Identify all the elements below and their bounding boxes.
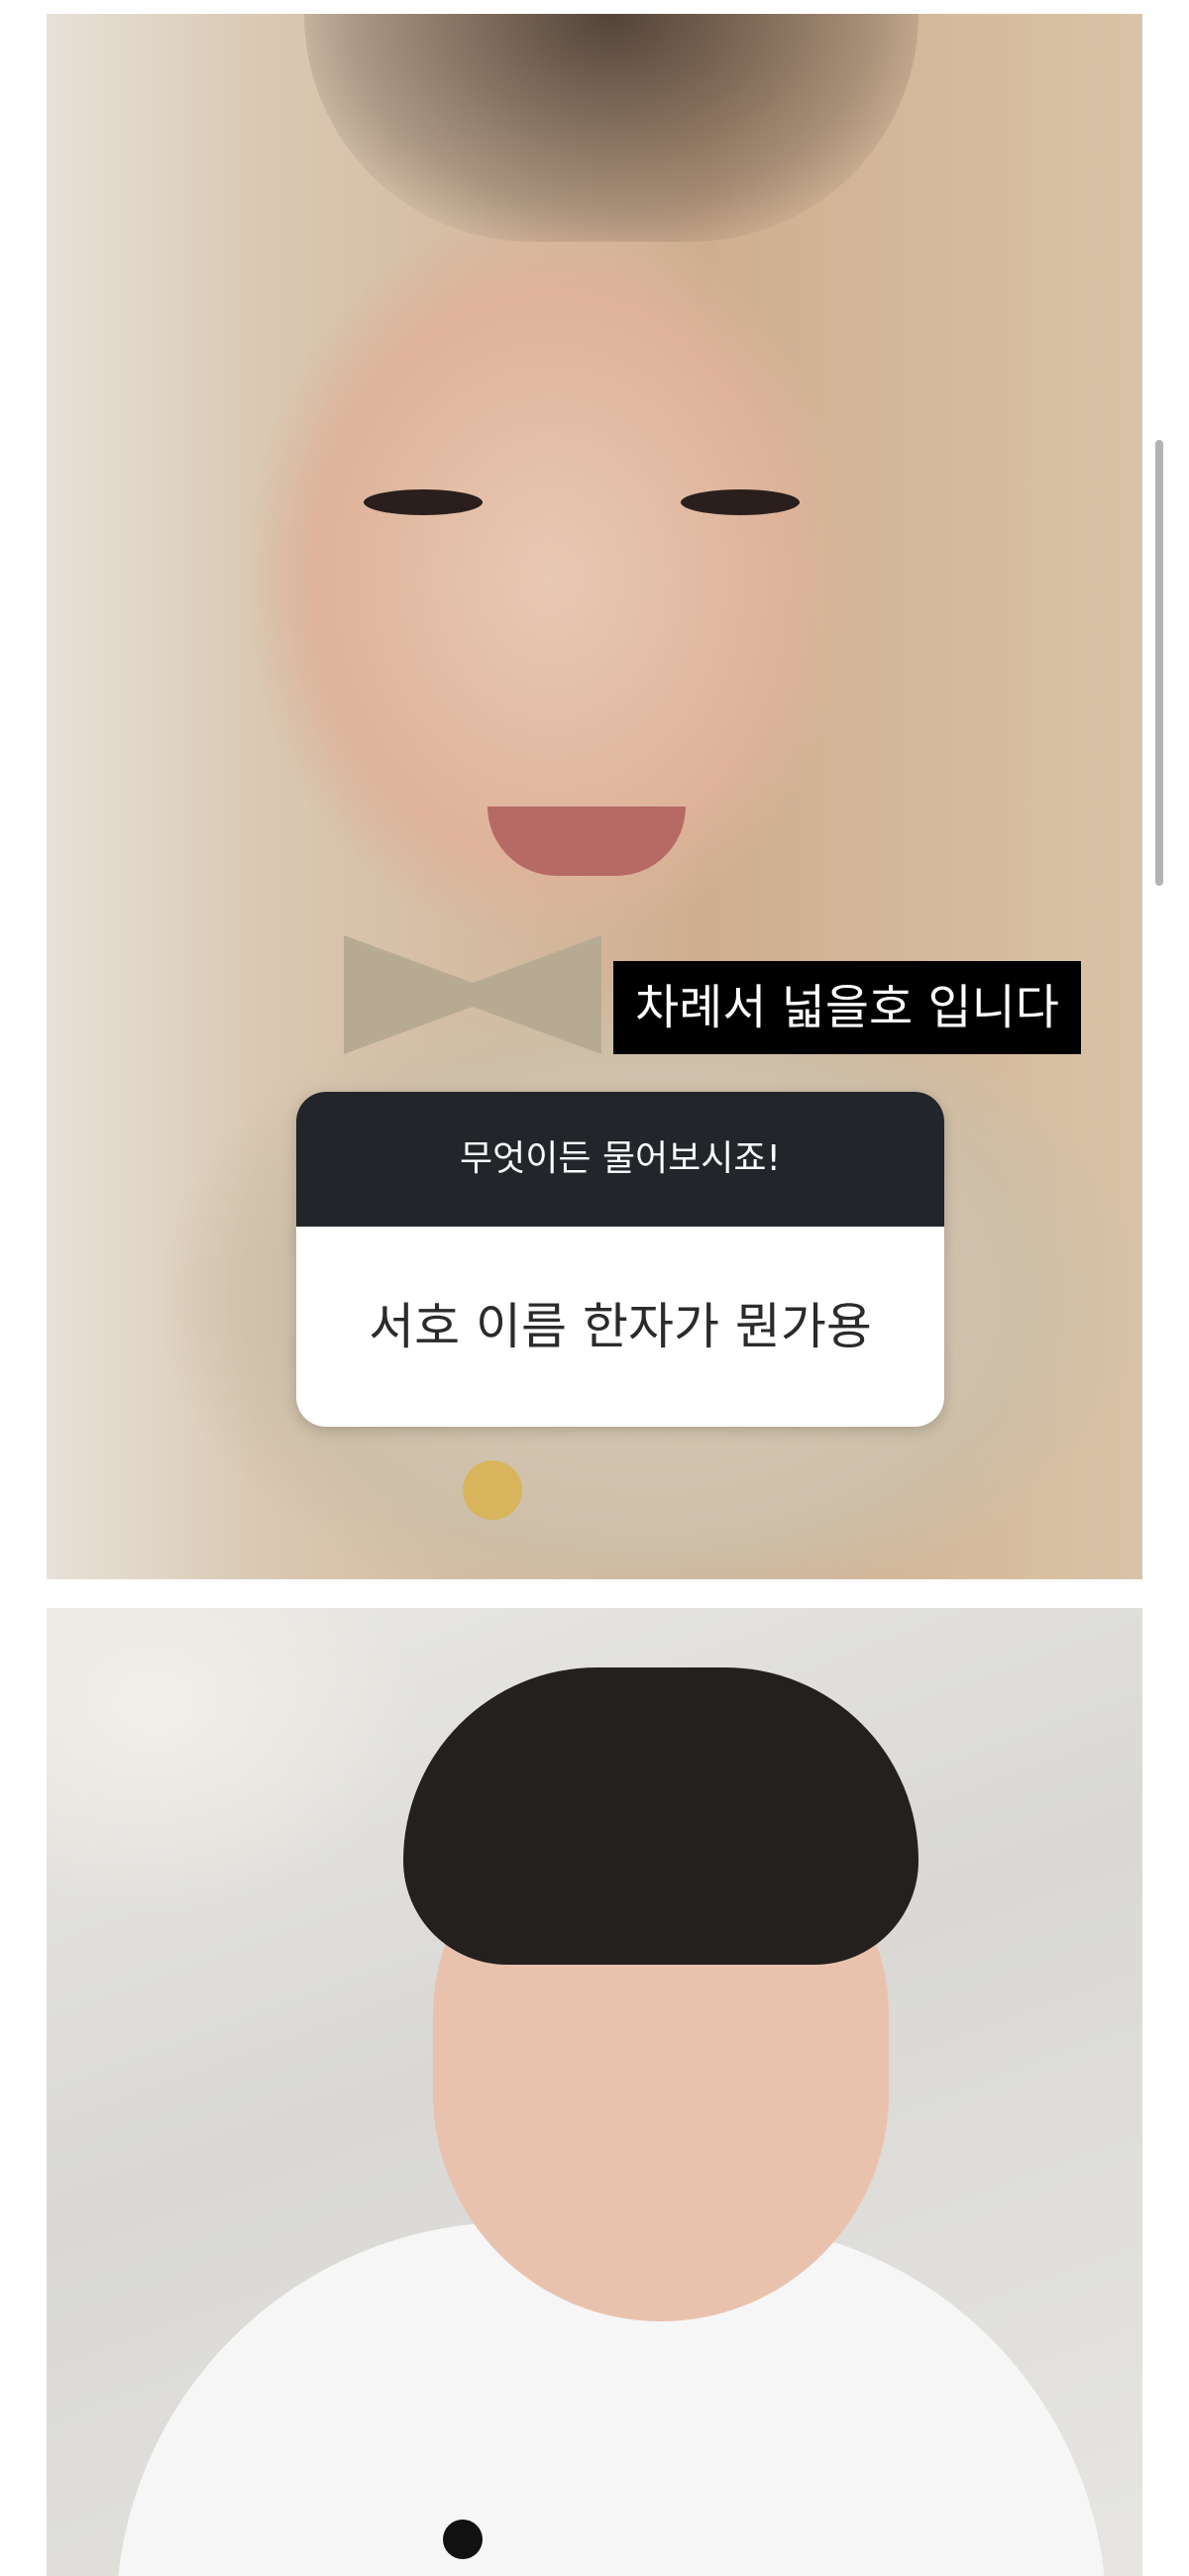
scrollbar[interactable] (1155, 440, 1163, 886)
baby-mouth (487, 806, 686, 876)
question-sticker: 무엇이든 물어보시죠! 서호 이름 한자가 뭔가용 (296, 1092, 944, 1427)
baby-right-eye (681, 489, 800, 515)
story-caption: 차례서 넓을호 입니다 (613, 961, 1081, 1054)
lapel-mic (443, 2520, 483, 2559)
baby-photo: 차례서 넓을호 입니다 무엇이든 물어보시죠! 서호 이름 한자가 뭔가용 (47, 14, 1142, 1579)
man-hair (403, 1667, 919, 1965)
vest-button (463, 1460, 522, 1520)
bowtie (344, 935, 601, 1054)
question-sticker-text: 서호 이름 한자가 뭔가용 (369, 1298, 872, 1355)
baby-left-eye (364, 489, 483, 515)
question-sticker-header: 무엇이든 물어보시죠! (296, 1092, 944, 1227)
baby-hair (304, 14, 919, 242)
man-photo (47, 1608, 1142, 2576)
